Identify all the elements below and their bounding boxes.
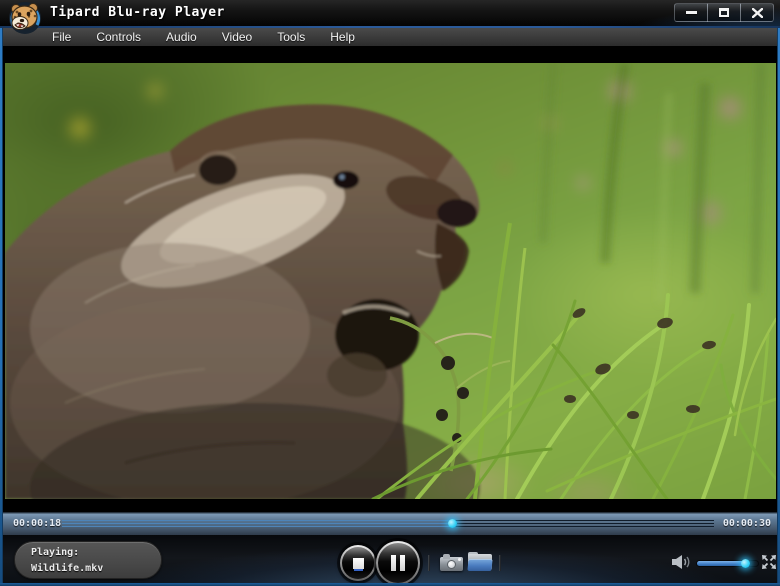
video-surface[interactable] <box>5 63 776 499</box>
menu-audio[interactable]: Audio <box>166 30 197 44</box>
divider <box>499 555 501 571</box>
menu-bar: File Controls Audio Video Tools Help <box>0 28 780 46</box>
volume-thumb[interactable] <box>741 559 750 568</box>
stop-icon <box>353 558 364 569</box>
app-title: Tipard Blu-ray Player <box>50 5 225 20</box>
camera-hump <box>443 554 450 559</box>
menu-help[interactable]: Help <box>330 30 355 44</box>
stop-button[interactable] <box>340 545 376 581</box>
pause-button-face <box>378 543 418 583</box>
seek-elapsed <box>62 520 453 527</box>
now-playing-label: Playing: <box>31 547 79 558</box>
camera-flash-dot <box>458 558 461 561</box>
open-file-button[interactable] <box>468 554 492 571</box>
total-time: 00:00:30 <box>723 518 771 529</box>
close-button[interactable] <box>740 3 774 22</box>
app-window: Tipard Blu-ray Player <box>0 0 780 586</box>
divider <box>428 555 430 571</box>
minimize-icon <box>686 11 697 14</box>
window-controls <box>675 3 774 22</box>
seek-track[interactable] <box>62 520 714 527</box>
menu-file[interactable]: File <box>52 30 71 44</box>
pause-button[interactable] <box>376 541 420 585</box>
snapshot-button[interactable] <box>440 554 463 571</box>
menu-video[interactable]: Video <box>222 30 252 44</box>
elapsed-time: 00:00:18 <box>13 518 61 529</box>
menu-tools[interactable]: Tools <box>277 30 305 44</box>
window-frame-left <box>0 28 3 586</box>
now-playing-filename: Wildlife.mkv <box>31 563 103 574</box>
maximize-icon <box>719 8 729 17</box>
stop-button-face <box>342 547 374 579</box>
speaker-icon <box>672 555 689 569</box>
volume-mute-button[interactable] <box>670 554 692 570</box>
maximize-button[interactable] <box>707 3 741 22</box>
minimize-button[interactable] <box>674 3 708 22</box>
now-playing-panel: Playing: Wildlife.mkv <box>14 541 162 579</box>
video-letterbox <box>0 46 780 512</box>
close-icon <box>752 8 763 18</box>
volume-slider[interactable] <box>697 561 758 566</box>
seek-bar: 00:00:18 00:00:30 <box>0 512 780 535</box>
camera-lens <box>447 560 456 569</box>
pause-icon <box>391 555 405 571</box>
title-bar[interactable]: Tipard Blu-ray Player <box>0 0 780 26</box>
volume-level <box>697 561 746 566</box>
folder-front <box>467 559 492 571</box>
control-bar: Playing: Wildlife.mkv <box>0 535 780 586</box>
fullscreen-icon <box>762 555 776 569</box>
fullscreen-button[interactable] <box>761 554 777 570</box>
seek-thumb[interactable] <box>448 519 457 528</box>
marmot-scene <box>5 63 776 499</box>
menu-controls[interactable]: Controls <box>96 30 141 44</box>
leopard-logo <box>6 1 44 35</box>
